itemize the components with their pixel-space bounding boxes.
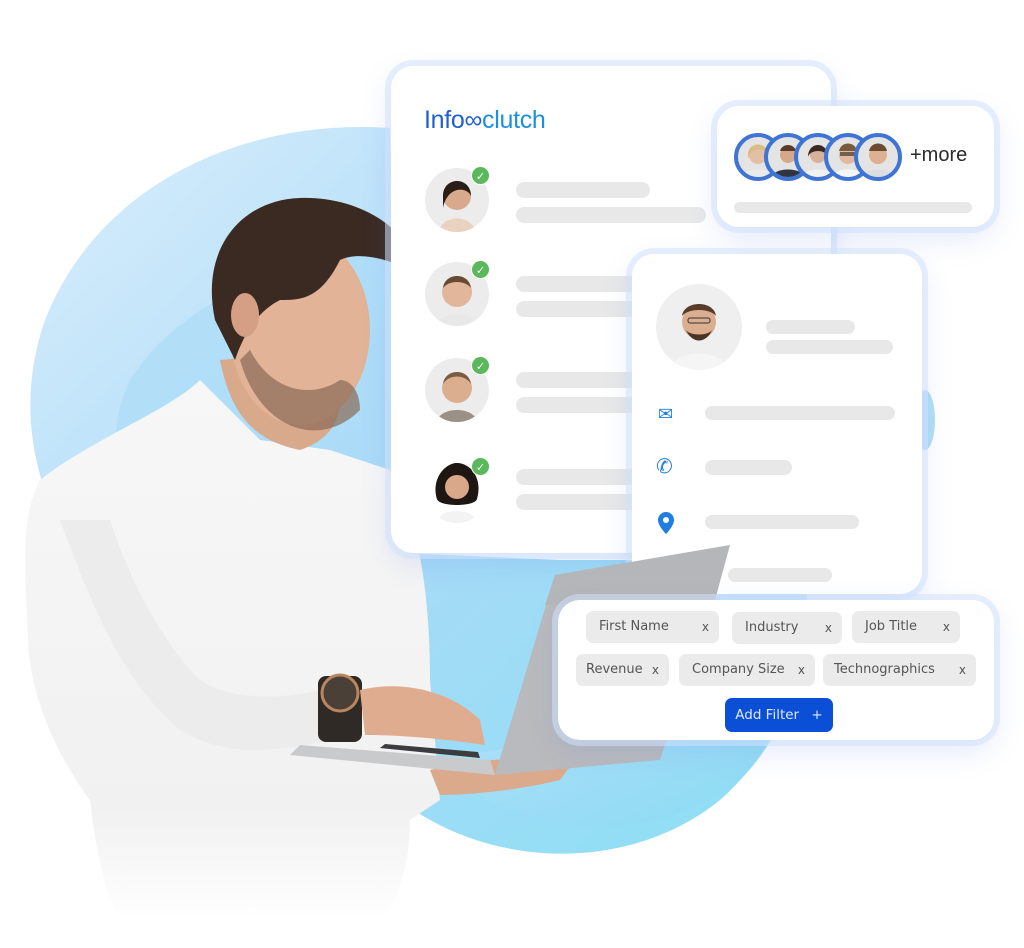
chip-label: Industry [745,620,799,635]
phone-placeholder [705,460,792,475]
remove-chip-icon[interactable]: x [702,611,709,643]
placeholder-line [516,207,706,223]
placeholder-line [516,372,650,388]
placeholder-line [516,397,650,413]
phone-icon: ✆ [656,454,673,478]
remove-chip-icon[interactable]: x [798,654,805,686]
remove-chip-icon[interactable]: x [943,611,950,643]
logo-text-start: Info [424,106,465,134]
verified-check-icon: ✓ [471,260,490,279]
location-placeholder [705,515,859,529]
filter-chip-company-size[interactable]: Company Size x [679,654,815,686]
team-avatar [854,133,902,181]
chip-label: Company Size [692,662,785,677]
logo-text-end: clutch [482,106,546,134]
remove-chip-icon[interactable]: x [652,654,659,686]
team-avatars-card: +more [717,106,994,227]
placeholder-line [728,568,832,582]
location-pin-icon [658,512,674,534]
contact-profile-card: ✉ ✆ [632,254,922,594]
add-filter-button[interactable]: Add Filter + [725,698,833,732]
chip-label: First Name [599,619,669,634]
filters-card: First Name x Industry x Job Title x Reve… [558,600,994,740]
plus-icon: + [811,707,823,723]
avatar-group[interactable] [734,133,904,181]
filter-chip-revenue[interactable]: Revenue x [576,654,669,686]
chip-label: Revenue [586,662,643,677]
filter-chip-industry[interactable]: Industry x [732,612,842,644]
remove-chip-icon[interactable]: x [825,612,832,644]
chip-label: Technographics [834,662,935,677]
email-placeholder [705,406,895,420]
filter-chip-first-name[interactable]: First Name x [586,611,719,643]
filter-chip-job-title[interactable]: Job Title x [852,611,960,643]
logo-infinity-mark: ∞ [464,106,483,134]
more-members-label[interactable]: +more [910,144,967,167]
infoclutch-logo: Info∞clutch [424,106,546,135]
chip-label: Job Title [865,619,918,634]
filter-chip-technographics[interactable]: Technographics x [823,654,976,686]
verified-check-icon: ✓ [471,356,490,375]
placeholder-line [516,301,650,317]
verified-check-icon: ✓ [471,166,490,185]
placeholder-line [516,182,650,198]
email-icon: ✉ [658,404,674,425]
placeholder-line [516,469,650,485]
man-glasses-avatar [656,284,742,370]
placeholder-line [734,202,972,213]
placeholder-line [516,494,650,510]
placeholder-line [516,276,650,292]
verified-check-icon: ✓ [471,457,490,476]
placeholder-line [766,340,893,354]
remove-chip-icon[interactable]: x [959,654,966,686]
add-filter-label: Add Filter [735,707,800,723]
placeholder-line [766,320,855,334]
